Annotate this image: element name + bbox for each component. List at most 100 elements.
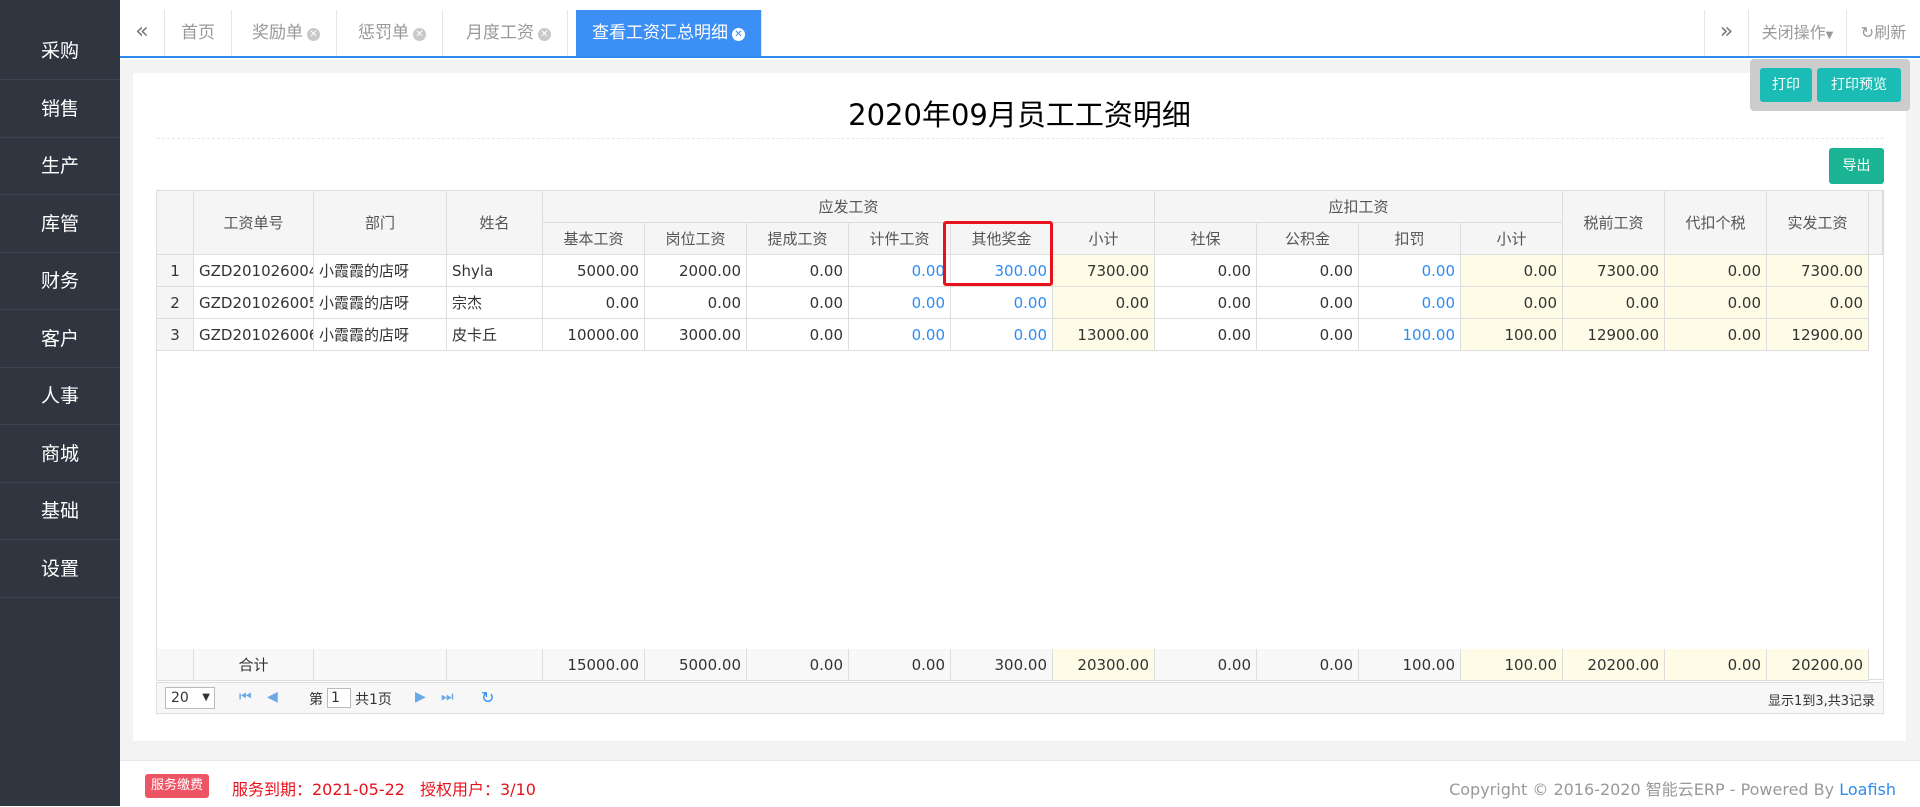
cell-piece-link[interactable]: 0.00 — [849, 287, 951, 319]
col-social-header[interactable]: 社保 — [1155, 223, 1257, 255]
col-pretax-header[interactable]: 税前工资 — [1563, 191, 1665, 255]
cell-penalty-link[interactable]: 0.00 — [1359, 287, 1461, 319]
refresh-label: 刷新 — [1874, 23, 1907, 42]
total-base: 15000.00 — [543, 649, 645, 681]
cell-tax: 0.00 — [1665, 287, 1767, 319]
cell-piece-link[interactable]: 0.00 — [849, 255, 951, 287]
page-number-input[interactable]: 1 — [327, 688, 351, 708]
cell-subtotal-deduct: 0.00 — [1461, 255, 1563, 287]
page-size-select[interactable]: 20 ▼ — [165, 687, 215, 709]
service-payment-badge[interactable]: 服务缴费 — [145, 774, 210, 798]
tab-rewards[interactable]: 奖励单 ✕ — [236, 10, 337, 56]
cell-no: GZD201026006 — [194, 319, 314, 351]
sidebar-item-inventory[interactable]: 库管 — [0, 196, 120, 253]
first-page-icon[interactable]: ⏮ — [239, 689, 252, 705]
tab-salary-summary[interactable]: 查看工资汇总明细 ✕ — [576, 10, 762, 56]
powered-by-link[interactable]: Loafish — [1839, 780, 1896, 799]
row-number-header — [157, 191, 194, 255]
copyright-text: Copyright © 2016-2020 智能云ERP - Powered B… — [1449, 780, 1840, 799]
cell-fund: 0.00 — [1257, 287, 1359, 319]
col-dept-header[interactable]: 部门 — [314, 191, 447, 255]
pager: 20 ▼ ⏮ ◀ 第 1 共1页 ▶ ⏭ ↻ 显示1到3,共3记录 — [156, 682, 1884, 714]
page-total: 共1页 — [355, 692, 392, 708]
tab-label: 首页 — [181, 23, 215, 43]
page-size-value: 20 — [171, 690, 189, 706]
cell-dept: 小霞霞的店呀 — [314, 319, 447, 351]
scroll-left-icon[interactable]: « — [120, 10, 165, 56]
col-tax-header[interactable]: 代扣个税 — [1665, 191, 1767, 255]
cell-name: 皮卡丘 — [447, 319, 543, 351]
cell-other-bonus-link[interactable]: 0.00 — [951, 287, 1053, 319]
cell-base: 5000.00 — [543, 255, 645, 287]
cell-commission: 0.00 — [747, 255, 849, 287]
total-tax: 0.00 — [1665, 649, 1767, 681]
sidebar-item-basic[interactable]: 基础 — [0, 483, 120, 540]
totals-row-number — [157, 649, 194, 681]
cell-other-bonus-link[interactable]: 0.00 — [951, 319, 1053, 351]
refresh-button[interactable]: ↻刷新 — [1846, 10, 1920, 56]
close-icon[interactable]: ✕ — [538, 28, 551, 41]
cell-post: 0.00 — [645, 287, 747, 319]
cell-commission: 0.00 — [747, 287, 849, 319]
col-piece-header[interactable]: 计件工资 — [849, 223, 951, 255]
close-ops-menu[interactable]: 关闭操作▼ — [1748, 10, 1846, 56]
cell-pretax: 12900.00 — [1563, 319, 1665, 351]
caret-down-icon: ▼ — [202, 692, 210, 703]
sidebar-item-customer[interactable]: 客户 — [0, 311, 120, 368]
next-page-icon[interactable]: ▶ — [415, 689, 426, 705]
cell-no: GZD201026005 — [194, 287, 314, 319]
close-icon[interactable]: ✕ — [307, 28, 320, 41]
sidebar-item-mall[interactable]: 商城 — [0, 426, 120, 483]
col-no-header[interactable]: 工资单号 — [194, 191, 314, 255]
col-fund-header[interactable]: 公积金 — [1257, 223, 1359, 255]
row-number: 1 — [157, 255, 194, 287]
licensed-users: 授权用户：3/10 — [420, 780, 536, 799]
total-net: 20200.00 — [1767, 649, 1869, 681]
prev-page-icon[interactable]: ◀ — [267, 689, 278, 705]
col-subtotal-pay-header[interactable]: 小计 — [1053, 223, 1155, 255]
sidebar-item-sales[interactable]: 销售 — [0, 81, 120, 138]
col-subtotal-deduct-header[interactable]: 小计 — [1461, 223, 1563, 255]
cell-piece-link[interactable]: 0.00 — [849, 319, 951, 351]
totals-dept — [314, 649, 447, 681]
page-number-value: 1 — [331, 690, 340, 706]
sidebar-item-production[interactable]: 生产 — [0, 138, 120, 195]
cell-no: GZD201026004 — [194, 255, 314, 287]
cell-subtotal-deduct: 100.00 — [1461, 319, 1563, 351]
close-icon[interactable]: ✕ — [732, 28, 745, 41]
total-penalty: 100.00 — [1359, 649, 1461, 681]
close-icon[interactable]: ✕ — [413, 28, 426, 41]
col-name-header[interactable]: 姓名 — [447, 191, 543, 255]
sidebar-item-finance[interactable]: 财务 — [0, 253, 120, 310]
col-penalty-header[interactable]: 扣罚 — [1359, 223, 1461, 255]
tab-label: 惩罚单 — [358, 23, 409, 43]
tab-label: 查看工资汇总明细 — [592, 23, 728, 43]
total-commission: 0.00 — [747, 649, 849, 681]
col-base-header[interactable]: 基本工资 — [543, 223, 645, 255]
cell-penalty-link[interactable]: 0.00 — [1359, 255, 1461, 287]
sidebar-item-hr[interactable]: 人事 — [0, 368, 120, 425]
sidebar-item-settings[interactable]: 设置 — [0, 541, 120, 598]
cell-base: 0.00 — [543, 287, 645, 319]
sidebar-item-purchase[interactable]: 采购 — [0, 23, 120, 80]
reload-icon[interactable]: ↻ — [481, 688, 494, 707]
last-page-icon[interactable]: ⏭ — [441, 689, 454, 705]
divider — [157, 138, 1884, 139]
total-fund: 0.00 — [1257, 649, 1359, 681]
export-button[interactable]: 导出 — [1829, 148, 1884, 184]
cell-net: 0.00 — [1767, 287, 1869, 319]
cell-subtotal-pay: 13000.00 — [1053, 319, 1155, 351]
col-commission-header[interactable]: 提成工资 — [747, 223, 849, 255]
cell-subtotal-pay: 7300.00 — [1053, 255, 1155, 287]
cell-penalty-link[interactable]: 100.00 — [1359, 319, 1461, 351]
scroll-right-icon[interactable]: » — [1704, 10, 1748, 56]
cell-pretax: 7300.00 — [1563, 255, 1665, 287]
tab-home[interactable]: 首页 — [165, 10, 232, 56]
col-net-header[interactable]: 实发工资 — [1767, 191, 1869, 255]
tab-penalties[interactable]: 惩罚单 ✕ — [342, 10, 443, 56]
col-post-header[interactable]: 岗位工资 — [645, 223, 747, 255]
caret-down-icon: ▼ — [1825, 30, 1834, 41]
pager-summary: 显示1到3,共3记录 — [1768, 694, 1875, 709]
tab-monthly-salary[interactable]: 月度工资 ✕ — [450, 10, 568, 56]
highlight-box — [943, 221, 1053, 286]
